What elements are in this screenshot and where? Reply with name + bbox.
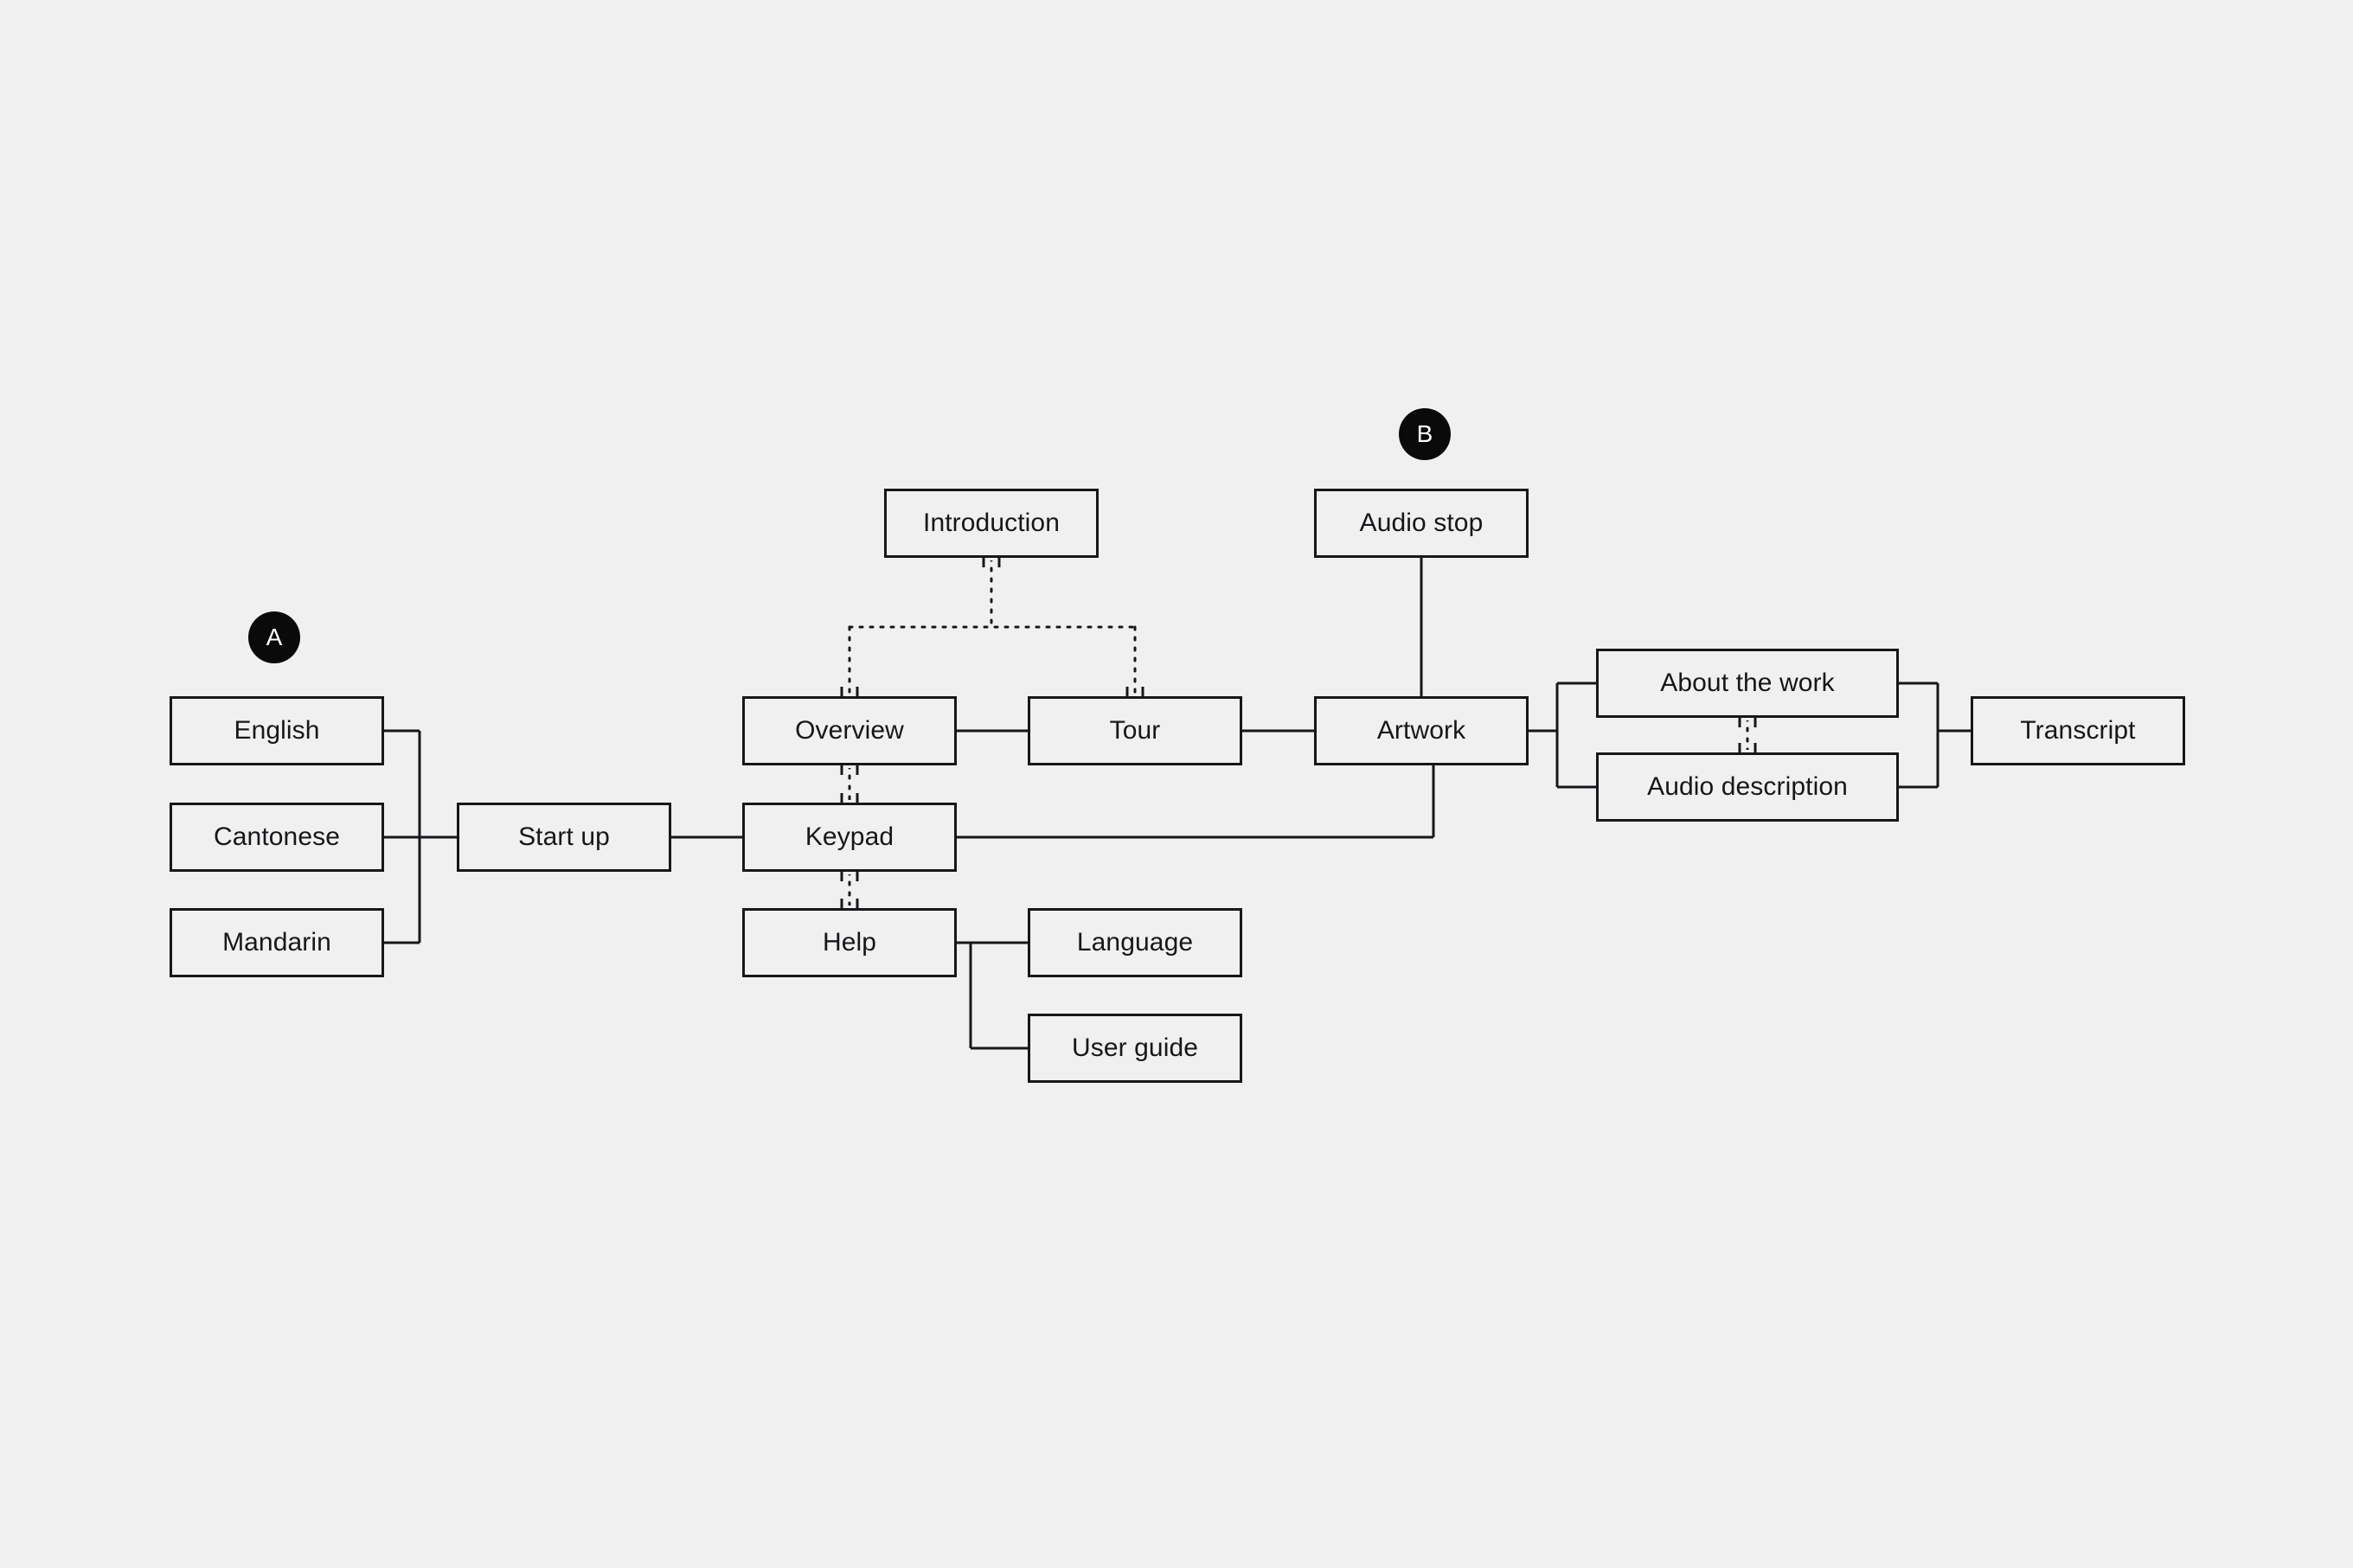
node-label: Introduction <box>923 509 1060 537</box>
node-label: Cantonese <box>213 822 340 851</box>
node-mandarin[interactable]: Mandarin <box>170 908 384 977</box>
node-tour[interactable]: Tour <box>1028 696 1242 765</box>
badge-label: A <box>266 624 283 650</box>
node-audio-stop[interactable]: Audio stop <box>1314 489 1529 558</box>
node-english[interactable]: English <box>170 696 384 765</box>
node-about-the-work[interactable]: About the work <box>1596 649 1899 718</box>
node-label: English <box>234 716 320 745</box>
badge-b-marker: B <box>1399 408 1451 460</box>
node-label: Help <box>822 928 877 957</box>
node-transcript[interactable]: Transcript <box>1971 696 2185 765</box>
connector-layer <box>384 548 1971 1050</box>
node-label: Tour <box>1109 716 1161 745</box>
node-keypad[interactable]: Keypad <box>742 803 957 872</box>
node-label: Start up <box>518 822 610 851</box>
node-language[interactable]: Language <box>1028 908 1242 977</box>
badge-a-marker: A <box>248 611 300 663</box>
node-overview[interactable]: Overview <box>742 696 957 765</box>
node-start-up[interactable]: Start up <box>457 803 671 872</box>
node-cantonese[interactable]: Cantonese <box>170 803 384 872</box>
node-introduction[interactable]: Introduction <box>884 489 1099 558</box>
node-label: About the work <box>1660 669 1835 697</box>
node-label: Overview <box>795 716 904 745</box>
node-label: Artwork <box>1376 716 1466 745</box>
node-label: Transcript <box>2020 716 2136 745</box>
node-audio-description[interactable]: Audio description <box>1596 752 1899 822</box>
node-label: Audio description <box>1647 772 1848 801</box>
node-label: Audio stop <box>1359 509 1484 537</box>
node-user-guide[interactable]: User guide <box>1028 1014 1242 1083</box>
node-help[interactable]: Help <box>742 908 957 977</box>
node-artwork[interactable]: Artwork <box>1314 696 1529 765</box>
flowchart-canvas: English Cantonese Mandarin Start up Introduc… <box>0 0 2353 1568</box>
node-label: Mandarin <box>222 928 331 957</box>
node-label: User guide <box>1071 1034 1199 1062</box>
badge-label: B <box>1416 420 1433 447</box>
node-label: Keypad <box>805 822 894 851</box>
node-label: Language <box>1076 928 1194 957</box>
